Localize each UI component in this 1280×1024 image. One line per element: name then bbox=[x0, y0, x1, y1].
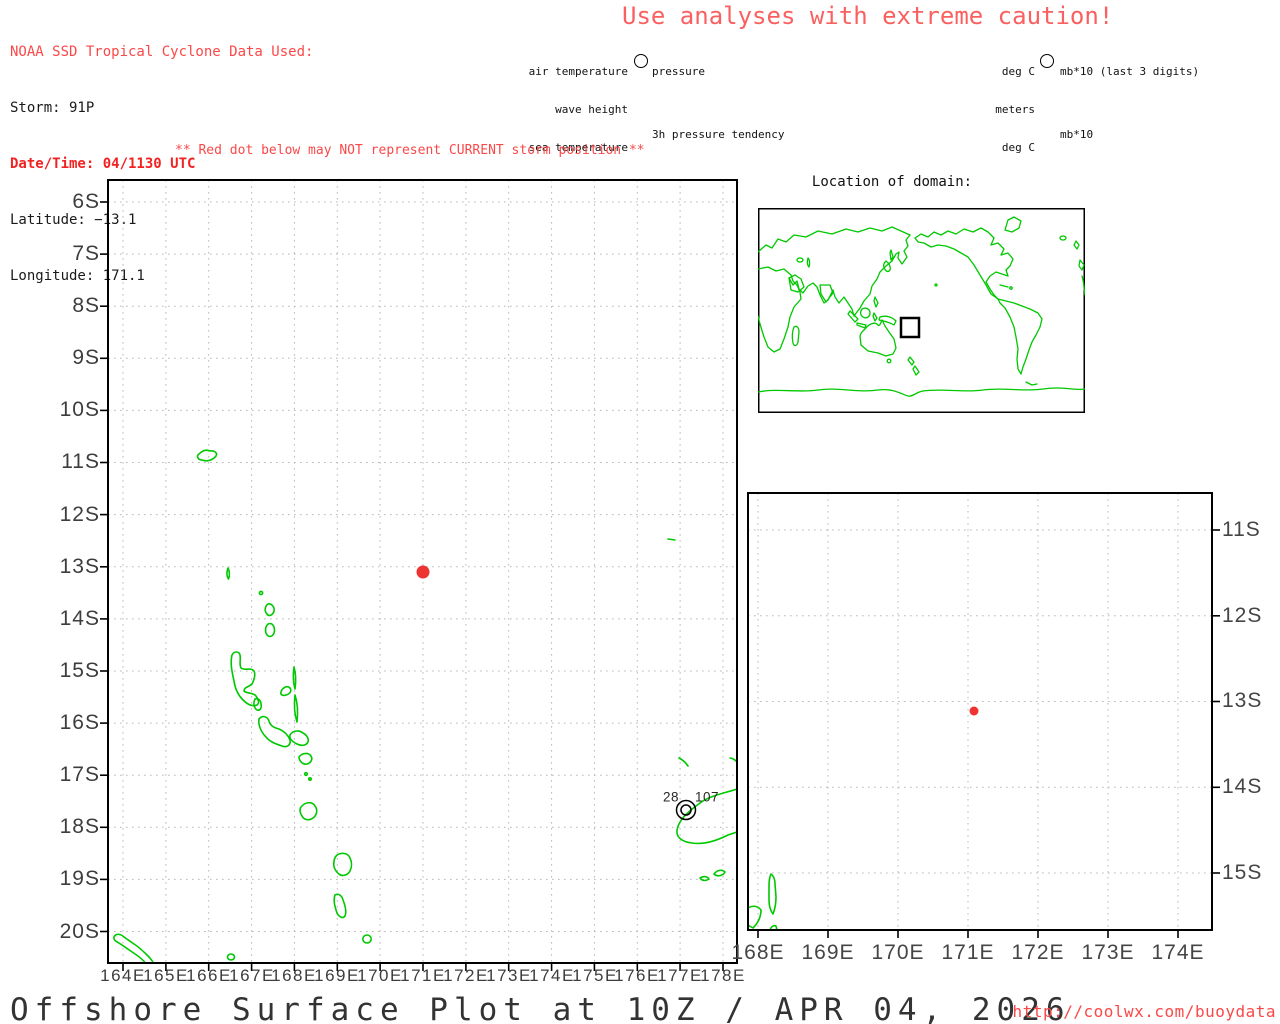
station-model-circle-icon bbox=[634, 54, 648, 68]
inset-coastlines bbox=[748, 873, 778, 930]
main-y-tick-label: 16S bbox=[59, 711, 100, 734]
main-x-tick-label: 178E bbox=[700, 966, 746, 985]
legend-tendency-units: mb*10 bbox=[1060, 128, 1094, 142]
legend-pressure-units: mb*10 (last 3 digits) bbox=[1060, 65, 1200, 79]
legend-pressure: pressure bbox=[652, 65, 705, 79]
data-source-line: NOAA SSD Tropical Cyclone Data Used: bbox=[10, 44, 314, 60]
main-x-tick-label: 174E bbox=[529, 966, 575, 985]
main-y-tick-label: 14S bbox=[59, 607, 100, 630]
legend-sea-temp-units: deg C bbox=[1001, 140, 1035, 154]
legend-parameters-right: pressure 3h pressure tendency bbox=[652, 41, 784, 167]
storm-position-dot bbox=[416, 565, 430, 579]
main-y-tick-label: 6S bbox=[72, 190, 100, 213]
inset-y-tick-label: 14S bbox=[1222, 775, 1263, 798]
inset-x-tick-label: 174E bbox=[1151, 941, 1205, 964]
inset-y-tick-label: 15S bbox=[1222, 861, 1263, 884]
station-air-temperature-value: 28 bbox=[662, 789, 680, 805]
main-x-tick-label: 170E bbox=[357, 966, 403, 985]
domain-map-title: Location of domain: bbox=[811, 174, 973, 190]
main-x-tick-label: 171E bbox=[400, 966, 446, 985]
coastlines-vanuatu-fiji bbox=[113, 449, 737, 963]
inset-x-tick-label: 168E bbox=[731, 941, 785, 964]
legend-units-right: mb*10 (last 3 digits) mb*10 bbox=[1060, 41, 1199, 167]
station-plot-symbol bbox=[675, 799, 697, 821]
main-axis-ticks bbox=[100, 201, 724, 971]
station-pressure-value: 107 bbox=[694, 789, 720, 805]
legend-air-temperature: air temperature bbox=[528, 65, 628, 79]
station-model-circle-icon bbox=[1040, 54, 1054, 68]
main-y-tick-label: 15S bbox=[59, 659, 100, 682]
legend-wave-height: wave height bbox=[555, 102, 628, 116]
main-y-tick-label: 8S bbox=[72, 294, 100, 317]
main-x-tick-label: 172E bbox=[443, 966, 489, 985]
legend-air-temp-units: deg C bbox=[1001, 65, 1035, 79]
main-y-tick-label: 17S bbox=[59, 763, 100, 786]
source-url: http://coolwx.com/buoydata bbox=[1012, 1002, 1276, 1021]
main-x-tick-label: 165E bbox=[143, 966, 189, 985]
main-y-tick-label: 18S bbox=[59, 815, 100, 838]
main-x-tick-label: 169E bbox=[314, 966, 360, 985]
main-y-tick-label: 13S bbox=[59, 555, 100, 578]
main-y-tick-label: 11S bbox=[61, 450, 100, 473]
plot-title: Offshore Surface Plot at 10Z / APR 04, 2… bbox=[10, 992, 1071, 1024]
main-x-tick-label: 177E bbox=[657, 966, 703, 985]
main-y-tick-label: 20S bbox=[59, 920, 100, 943]
main-x-tick-label: 175E bbox=[572, 966, 618, 985]
inset-x-tick-label: 170E bbox=[871, 941, 925, 964]
inset-y-tick-label: 12S bbox=[1222, 604, 1263, 627]
world-map-border bbox=[758, 208, 1085, 413]
main-x-tick-label: 173E bbox=[486, 966, 532, 985]
inset-x-tick-label: 173E bbox=[1081, 941, 1135, 964]
buoy-plot-page: NOAA SSD Tropical Cyclone Data Used: Sto… bbox=[0, 0, 1280, 1024]
main-y-tick-label: 19S bbox=[59, 867, 100, 890]
inset-x-tick-label: 169E bbox=[801, 941, 855, 964]
inset-x-tick-label: 171E bbox=[941, 941, 995, 964]
main-y-tick-label: 7S bbox=[72, 242, 100, 265]
inset-graticule bbox=[748, 493, 1212, 930]
world-map-inset bbox=[758, 208, 1085, 413]
red-dot-warning: ** Red dot below may NOT represent CURRE… bbox=[175, 143, 645, 158]
main-y-tick-label: 9S bbox=[72, 346, 100, 369]
storm-position-dot bbox=[969, 706, 979, 716]
main-x-tick-label: 164E bbox=[100, 966, 146, 985]
inset-axis-ticks bbox=[757, 529, 1220, 938]
main-y-tick-label: 10S bbox=[59, 398, 100, 421]
inset-y-tick-label: 11S bbox=[1222, 518, 1261, 541]
main-x-tick-label: 166E bbox=[186, 966, 232, 985]
main-x-tick-label: 168E bbox=[271, 966, 317, 985]
inset-y-tick-label: 13S bbox=[1222, 689, 1263, 712]
storm-id-line: Storm: 91P bbox=[10, 100, 95, 116]
legend-units-left: deg C meters deg C bbox=[900, 41, 1035, 180]
caution-headline: Use analyses with extreme caution! bbox=[622, 2, 1114, 30]
zoom-inset-panel bbox=[747, 492, 1220, 938]
inset-plot-border bbox=[747, 492, 1213, 931]
main-x-tick-label: 167E bbox=[229, 966, 275, 985]
legend-parameters-left: air temperature wave height sea temperat… bbox=[420, 41, 628, 180]
legend-pressure-tendency: 3h pressure tendency bbox=[652, 128, 785, 142]
main-map-panel bbox=[100, 179, 738, 971]
main-y-tick-label: 12S bbox=[59, 503, 100, 526]
inset-x-tick-label: 172E bbox=[1011, 941, 1065, 964]
legend-wave-units: meters bbox=[995, 102, 1035, 116]
main-x-tick-label: 176E bbox=[614, 966, 660, 985]
